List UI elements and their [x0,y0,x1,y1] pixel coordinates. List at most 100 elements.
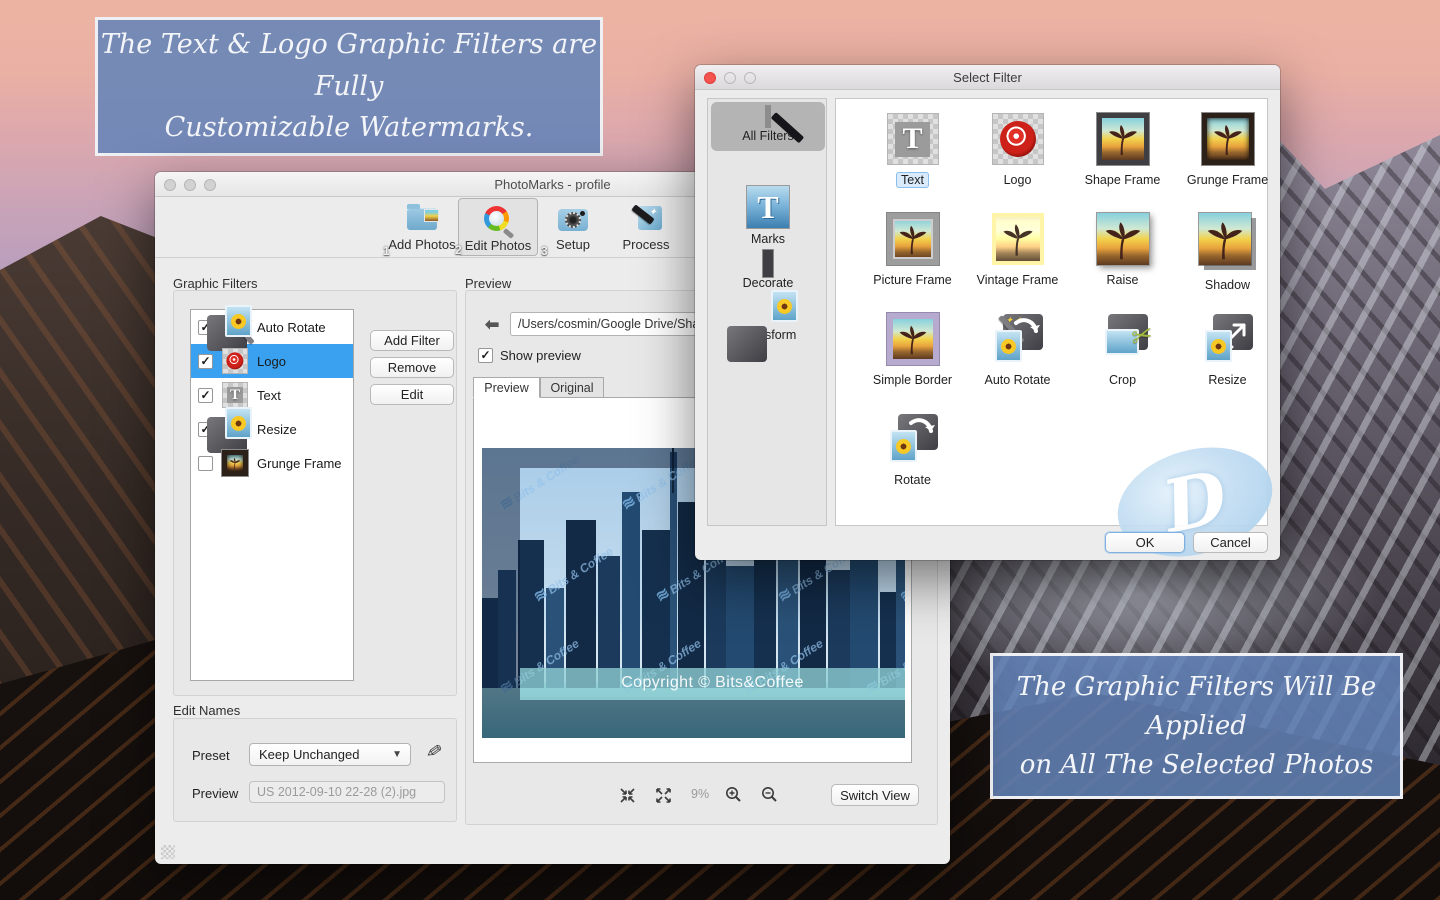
copyright-watermark-text: Copyright © Bits&Coffee [621,674,804,692]
graphic-filters-label: Graphic Filters [173,276,258,291]
setup-icon [556,203,590,235]
filter-row-auto-rotate[interactable]: ✓✦✦Auto Rotate [191,310,353,344]
category-transform[interactable]: Transform [711,325,825,342]
filter-row-resize[interactable]: ✓Resize [191,412,353,446]
filter-item-resize[interactable]: Resize [1175,313,1280,413]
toolbar-button-edit-photos[interactable]: 2Edit Photos [458,198,538,256]
filter-row-label: Grunge Frame [257,456,342,471]
tab-preview[interactable]: Preview [473,377,540,398]
pf-rotate-icon [887,413,939,465]
category-all-filters[interactable]: All Filters [711,102,825,151]
filter-checkbox[interactable]: ✓ [198,388,213,403]
filter-item-shape-frame[interactable]: Shape Frame [1070,113,1175,213]
toolbar-button-setup[interactable]: 3Setup [545,198,601,256]
filter-row-text[interactable]: ✓TText [191,378,353,412]
zoom-button[interactable] [204,179,216,191]
dialog-title: Select Filter [953,70,1022,85]
pf-resize-icon [1202,313,1254,365]
palm-raise-icon [1097,213,1149,265]
dialog-category-sidebar: All Filters TMarks Decorate Transform [707,98,827,526]
filter-row-label: Logo [257,354,286,369]
text-icon: T [887,113,939,165]
filter-item-label: Shape Frame [1080,172,1166,188]
pf-resize-icon [222,416,248,442]
text-icon: T [222,382,248,408]
zoom-expand-icon[interactable] [654,786,672,804]
zoom-out-icon[interactable] [760,785,778,803]
category-label: Decorate [711,276,825,290]
filter-item-logo[interactable]: Logo [965,113,1070,213]
filter-item-label: Raise [1102,272,1144,288]
toolbar-button-process[interactable]: ✦Process [614,198,678,256]
filter-item-auto-rotate[interactable]: ✦✦ Auto Rotate [965,313,1070,413]
add-filter-button[interactable]: Add Filter [370,330,454,351]
window-controls [164,179,216,191]
filter-item-label: Vintage Frame [972,272,1064,288]
filter-item-label: Text [896,172,929,188]
toolbar-badge: 3 [541,244,548,258]
graphic-filters-groupbox: ✓✦✦Auto Rotate✓Logo✓TText✓ResizeGrunge F… [173,290,457,696]
zoom-in-icon[interactable] [724,785,742,803]
bottom-caption-line1: The Graphic Filters Will Be Applied [993,668,1400,746]
back-arrow-icon[interactable]: ⬅ [485,315,499,335]
preview-section-label: Preview [465,276,511,291]
cancel-button[interactable]: Cancel [1193,532,1268,553]
filter-item-label: Logo [999,172,1037,188]
close-button[interactable] [164,179,176,191]
palm-shape-icon [1097,113,1149,165]
filter-item-raise[interactable]: Raise [1070,213,1175,313]
process-icon: ✦ [629,203,663,235]
filter-item-rotate[interactable]: Rotate [860,413,965,513]
edit-button[interactable]: Edit [370,384,454,405]
ok-button[interactable]: OK [1105,532,1185,553]
tab-original[interactable]: Original [540,377,604,398]
copyright-watermark-band: Copyright © Bits&Coffee [520,668,905,697]
palm-grunge-icon [222,450,248,476]
filter-item-crop[interactable]: ✂Crop [1070,313,1175,413]
logo-icon [222,348,248,374]
dialog-zoom-button[interactable] [744,72,756,84]
minimize-button[interactable] [184,179,196,191]
dialog-close-button[interactable] [704,72,716,84]
edit-preset-pencil-icon[interactable]: ✎ [424,740,444,765]
top-caption-line2: Customizable Watermarks. [98,107,600,149]
zoom-fit-icon[interactable] [618,786,636,804]
resize-grip[interactable] [161,845,175,859]
edit-names-label: Edit Names [173,703,240,718]
current-path-value: /Users/cosmin/Google Drive/Share, [518,317,714,331]
category-marks[interactable]: TMarks [711,185,825,246]
category-decorate[interactable]: Decorate [711,255,825,290]
category-label: Marks [711,232,825,246]
top-caption-banner: The Text & Logo Graphic Filters are Full… [95,17,603,156]
dialog-titlebar[interactable]: Select Filter [695,65,1280,90]
bottom-caption-banner: The Graphic Filters Will Be Applied on A… [990,653,1403,799]
filter-item-label: Simple Border [868,372,957,388]
filter-item-shadow[interactable]: Shadow [1175,213,1280,313]
dialog-minimize-button[interactable] [724,72,736,84]
preset-label: Preset [192,748,230,763]
bottom-caption-line2: on All The Selected Photos [993,746,1400,785]
filter-item-vintage-frame[interactable]: Vintage Frame [965,213,1070,313]
palm-vintage-icon [992,213,1044,265]
preset-dropdown[interactable]: Keep Unchanged ▼ [249,743,411,766]
filter-item-simple-border[interactable]: Simple Border [860,313,965,413]
filter-item-label: Shadow [1200,277,1255,293]
edit-names-groupbox: Preset Keep Unchanged ▼ ✎ Preview US 201… [173,718,457,822]
toolbar-button-add-photos[interactable]: 1Add Photos [387,198,457,256]
filter-item-grunge-frame[interactable]: Grunge Frame [1175,113,1280,213]
remove-button[interactable]: Remove [370,357,454,378]
filter-item-label: Auto Rotate [979,372,1055,388]
chevron-down-icon: ▼ [392,749,402,760]
add-photos-icon [405,203,439,235]
filter-item-picture-frame[interactable]: Picture Frame [860,213,965,313]
show-preview-checkbox[interactable]: ✓ Show preview [478,348,581,363]
switch-view-button[interactable]: Switch View [831,784,919,806]
filter-checkbox[interactable] [198,456,213,471]
filter-checkbox[interactable]: ✓ [198,354,213,369]
category-label: All Filters [711,129,825,143]
pf-autorotate-icon: ✦✦ [222,314,248,340]
top-caption-line1: The Text & Logo Graphic Filters are Full… [98,24,600,108]
filter-item-text[interactable]: T Text [860,113,965,213]
pf-autorotate-icon: ✦✦ [992,313,1044,365]
filter-item-label: Rotate [889,472,936,488]
